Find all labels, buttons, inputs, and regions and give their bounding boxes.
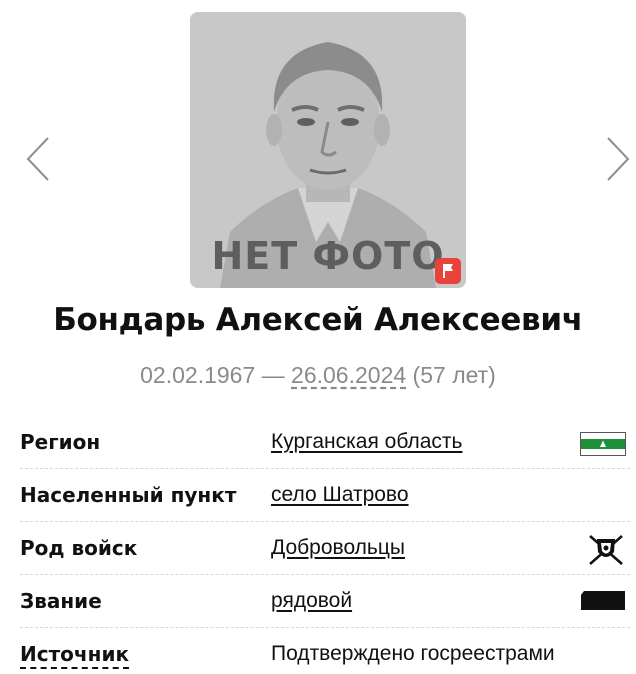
source-label[interactable]: Источник <box>20 642 129 666</box>
row-source: Источник Подтверждено госреестрами <box>20 628 630 674</box>
next-arrow-icon[interactable] <box>600 134 634 184</box>
age: (57 лет) <box>406 362 496 388</box>
row-troops: Род войск Добровольцы <box>20 522 630 575</box>
row-settlement: Населенный пункт село Шатрово <box>20 469 630 522</box>
source-value: Подтверждено госреестрами <box>271 642 555 665</box>
portrait-placeholder: НЕТ ФОТО <box>190 12 466 288</box>
settlement-link[interactable]: село Шатрово <box>271 483 409 507</box>
region-link[interactable]: Курганская область <box>271 430 462 454</box>
troops-link[interactable]: Добровольцы <box>271 536 405 560</box>
row-region: Регион Курганская область <box>20 416 630 469</box>
row-rank: Звание рядовой <box>20 575 630 628</box>
life-dates: 02.02.1967 — 26.06.2024 (57 лет) <box>0 362 636 389</box>
report-flag-icon[interactable] <box>435 258 461 284</box>
details-list: Регион Курганская область Населенный пун… <box>20 416 630 674</box>
no-photo-label: НЕТ ФОТО <box>211 234 445 278</box>
date-separator: — <box>255 362 292 388</box>
settlement-label: Населенный пункт <box>20 483 237 507</box>
volunteers-emblem-icon <box>586 532 626 571</box>
region-flag-icon <box>580 432 626 461</box>
birth-date: 02.02.1967 <box>140 362 256 388</box>
death-date[interactable]: 26.06.2024 <box>291 362 406 388</box>
rank-insignia-icon <box>580 590 626 617</box>
person-name: Бондарь Алексей Алексеевич <box>53 302 583 338</box>
memorial-card: НЕТ ФОТО Бондарь Алексей Алексеевич 02.0… <box>0 0 636 674</box>
rank-label: Звание <box>20 589 102 613</box>
previous-arrow-icon[interactable] <box>22 134 56 184</box>
rank-link[interactable]: рядовой <box>271 589 352 613</box>
region-label: Регион <box>20 430 101 454</box>
troops-label: Род войск <box>20 536 138 560</box>
